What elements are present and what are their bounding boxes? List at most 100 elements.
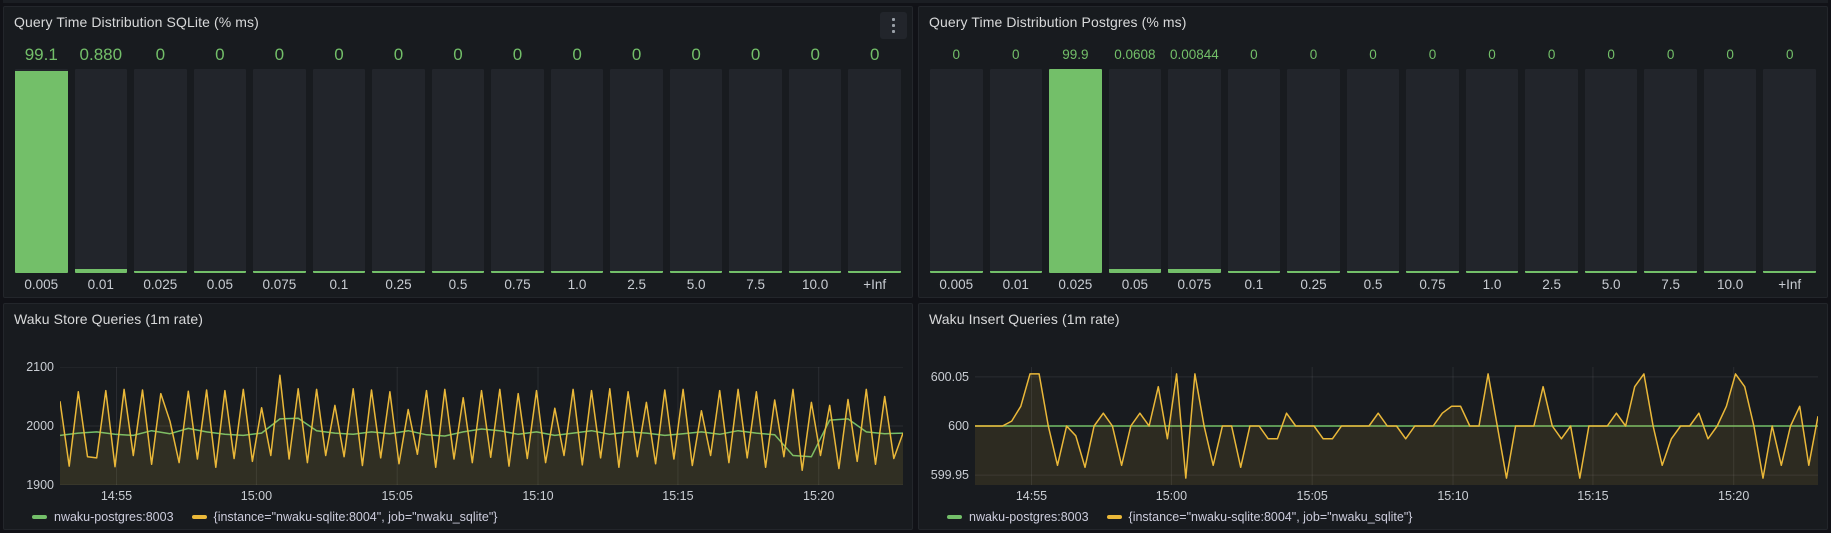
bar-cell: 010.0 bbox=[789, 37, 842, 294]
bar-cell: 02.5 bbox=[610, 37, 663, 294]
panel-title-sqlite[interactable]: Query Time Distribution SQLite (% ms) bbox=[14, 14, 259, 30]
histogram-bar-fill bbox=[1644, 271, 1697, 273]
panel-query-time-sqlite: Query Time Distribution SQLite (% ms) 99… bbox=[3, 6, 913, 298]
bar-value-label: 0 bbox=[729, 44, 782, 66]
x-tick-label: 15:00 bbox=[1156, 489, 1187, 503]
x-tick-label: 15:00 bbox=[241, 489, 272, 503]
bar-value-label: 0.0608 bbox=[1109, 44, 1162, 66]
y-tick-label: 1900 bbox=[26, 478, 54, 492]
histogram-bar bbox=[75, 69, 128, 273]
y-axis: 210020001900 bbox=[4, 367, 54, 485]
bar-cell: 0+Inf bbox=[1763, 37, 1816, 294]
bucket-label: 2.5 bbox=[1525, 273, 1578, 294]
bar-cell: 00.025 bbox=[134, 37, 187, 294]
histogram-bar-fill bbox=[253, 271, 306, 273]
panel-menu-kebab-icon[interactable] bbox=[880, 12, 907, 39]
histogram-bar-fill bbox=[75, 269, 128, 273]
histogram-bar bbox=[1049, 69, 1102, 273]
bar-cell: 00.5 bbox=[1347, 37, 1400, 294]
histogram-bar bbox=[1585, 69, 1638, 273]
bucket-label: 0.5 bbox=[432, 273, 485, 294]
legend-swatch bbox=[947, 515, 962, 519]
bucket-label: 0.25 bbox=[1287, 273, 1340, 294]
bar-value-label: 0 bbox=[1704, 44, 1757, 66]
histogram-bar bbox=[134, 69, 187, 273]
histogram-bar bbox=[1644, 69, 1697, 273]
legend-item[interactable]: {instance="nwaku-sqlite:8004", job="nwak… bbox=[192, 510, 498, 524]
bar-cell: 00.75 bbox=[491, 37, 544, 294]
x-tick-label: 15:05 bbox=[382, 489, 413, 503]
bar-cell: 05.0 bbox=[1585, 37, 1638, 294]
histogram-bar bbox=[930, 69, 983, 273]
histogram-bar-fill bbox=[1585, 271, 1638, 273]
histogram-bar-fill bbox=[990, 271, 1043, 273]
y-axis: 600.05600599.95 bbox=[919, 367, 969, 485]
bar-value-label: 0 bbox=[1585, 44, 1638, 66]
histogram-bar-fill bbox=[491, 271, 544, 273]
bar-value-label: 0 bbox=[432, 44, 485, 66]
histogram-bar-fill bbox=[670, 271, 723, 273]
legend-label: {instance="nwaku-sqlite:8004", job="nwak… bbox=[1129, 510, 1413, 524]
histogram-bar-fill bbox=[1466, 271, 1519, 273]
bar-value-label: 0 bbox=[1763, 44, 1816, 66]
bar-cell: 00.1 bbox=[313, 37, 366, 294]
histogram-bar bbox=[670, 69, 723, 273]
bar-cell: 00.1 bbox=[1228, 37, 1281, 294]
histogram-bar-fill bbox=[1109, 269, 1162, 273]
panel-title-insert-queries[interactable]: Waku Insert Queries (1m rate) bbox=[929, 311, 1120, 327]
y-tick-label: 600 bbox=[948, 419, 969, 433]
series-fill bbox=[975, 374, 1818, 485]
histogram-bar-fill bbox=[1406, 271, 1459, 273]
legend-label: {instance="nwaku-sqlite:8004", job="nwak… bbox=[214, 510, 498, 524]
legend-item[interactable]: {instance="nwaku-sqlite:8004", job="nwak… bbox=[1107, 510, 1413, 524]
bucket-label: 5.0 bbox=[670, 273, 723, 294]
y-tick-label: 2100 bbox=[26, 360, 54, 374]
legend-item[interactable]: nwaku-postgres:8003 bbox=[947, 510, 1089, 524]
histogram-bar bbox=[1406, 69, 1459, 273]
bucket-label: 7.5 bbox=[1644, 273, 1697, 294]
y-tick-label: 2000 bbox=[26, 419, 54, 433]
bar-value-label: 0 bbox=[789, 44, 842, 66]
panel-header: Query Time Distribution Postgres (% ms) bbox=[919, 7, 1827, 37]
histogram-bar bbox=[789, 69, 842, 273]
histogram-bar-fill bbox=[15, 71, 68, 273]
bucket-label: 2.5 bbox=[610, 273, 663, 294]
bar-cell: 00.075 bbox=[253, 37, 306, 294]
histogram-bar-fill bbox=[1525, 271, 1578, 273]
plot-area[interactable] bbox=[60, 367, 903, 485]
legend: nwaku-postgres:8003 {instance="nwaku-sqli… bbox=[919, 504, 1827, 529]
bar-cell: 00.75 bbox=[1406, 37, 1459, 294]
histogram-bar bbox=[1347, 69, 1400, 273]
bar-value-label: 99.1 bbox=[15, 44, 68, 66]
histogram-bar-fill bbox=[930, 271, 983, 273]
histogram-bar-fill bbox=[1049, 69, 1102, 273]
histogram-bar-fill bbox=[551, 271, 604, 273]
panel-title-store-queries[interactable]: Waku Store Queries (1m rate) bbox=[14, 311, 203, 327]
bucket-label: 1.0 bbox=[551, 273, 604, 294]
plot-area[interactable] bbox=[975, 367, 1818, 485]
x-tick-label: 15:10 bbox=[522, 489, 553, 503]
axis-corner bbox=[919, 485, 969, 504]
histogram-bar bbox=[253, 69, 306, 273]
bar-value-label: 99.9 bbox=[1049, 44, 1102, 66]
bar-cell: 99.10.005 bbox=[15, 37, 68, 294]
panel-title-postgres[interactable]: Query Time Distribution Postgres (% ms) bbox=[929, 14, 1187, 30]
histogram-bar bbox=[15, 69, 68, 273]
bucket-label: 0.75 bbox=[1406, 273, 1459, 294]
bar-cell: 00.005 bbox=[930, 37, 983, 294]
timeseries-store: 210020001900 14:5515:0015:0515:1015:1515… bbox=[4, 334, 912, 504]
bar-value-label: 0 bbox=[1228, 44, 1281, 66]
bucket-label: 0.075 bbox=[253, 273, 306, 294]
histogram-bar bbox=[551, 69, 604, 273]
panel-waku-store-queries: Waku Store Queries (1m rate) 21002000190… bbox=[3, 303, 913, 530]
bucket-label: 0.025 bbox=[134, 273, 187, 294]
bar-value-label: 0 bbox=[313, 44, 366, 66]
bucket-label: 0.05 bbox=[1109, 273, 1162, 294]
y-tick-label: 599.95 bbox=[931, 468, 969, 482]
x-tick-label: 15:20 bbox=[1718, 489, 1749, 503]
bucket-label: 0.1 bbox=[313, 273, 366, 294]
legend-item[interactable]: nwaku-postgres:8003 bbox=[32, 510, 174, 524]
bar-cell: 99.90.025 bbox=[1049, 37, 1102, 294]
histogram-bar bbox=[372, 69, 425, 273]
histogram-bar bbox=[1525, 69, 1578, 273]
